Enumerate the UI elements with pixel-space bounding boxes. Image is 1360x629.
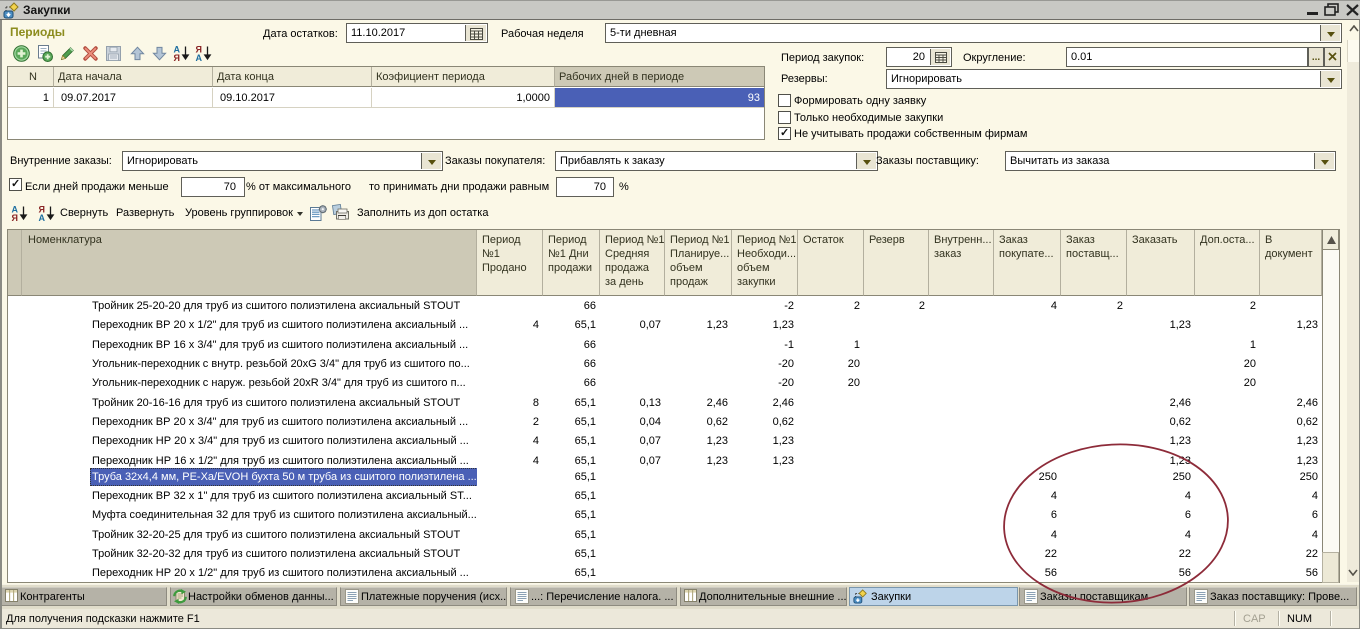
svg-text:А: А	[196, 53, 203, 62]
svg-text:А: А	[39, 213, 46, 222]
svg-text:Я: Я	[174, 53, 180, 62]
svg-text:Я: Я	[12, 213, 18, 222]
